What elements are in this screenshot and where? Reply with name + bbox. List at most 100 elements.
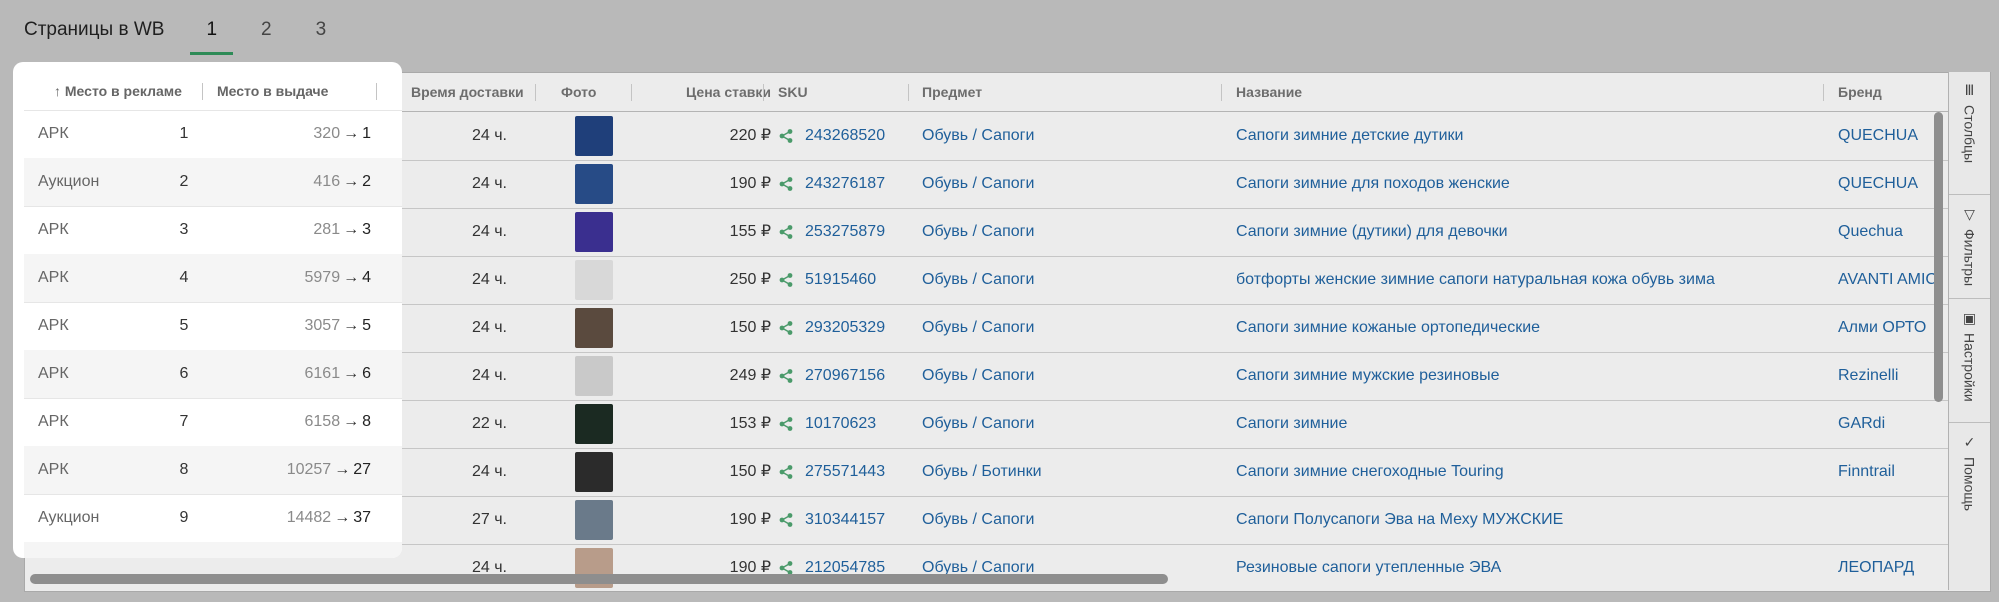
subject-link[interactable]: Обувь / Сапоги: [922, 544, 1034, 591]
col-header-subject[interactable]: Предмет: [922, 73, 982, 111]
share-icon[interactable]: [778, 368, 794, 384]
sidebar-tab-help[interactable]: ✓ Помощь: [1949, 424, 1990, 524]
subject-link[interactable]: Обувь / Сапоги: [922, 256, 1034, 304]
product-name-link[interactable]: Сапоги зимние: [1236, 400, 1816, 448]
serp-from: 12937: [287, 557, 332, 558]
brand-link[interactable]: ЛЕОПАРД: [1838, 544, 1951, 591]
spotlight-row[interactable]: АРК 7 6158 → 8: [24, 398, 402, 447]
col-header-brand[interactable]: Бренд: [1838, 73, 1882, 111]
page-tab-3[interactable]: 3: [308, 19, 335, 41]
sku-link[interactable]: 275571443: [805, 448, 885, 496]
sidebar-tab-columns[interactable]: Ⅲ Столбцы: [1949, 72, 1990, 192]
share-icon[interactable]: [778, 128, 794, 144]
product-photo[interactable]: [575, 212, 613, 252]
subject-link[interactable]: Обувь / Сапоги: [922, 400, 1034, 448]
sku-link[interactable]: 10170623: [805, 400, 876, 448]
subject-link[interactable]: Обувь / Сапоги: [922, 496, 1034, 544]
col-separator[interactable]: [535, 84, 536, 101]
spotlight-row[interactable]: АРК 4 5979 → 4: [24, 254, 402, 303]
spotlight-row[interactable]: АРК 1 320 → 1: [24, 110, 402, 159]
product-name-link[interactable]: Сапоги зимние кожаные ортопедические: [1236, 304, 1816, 352]
product-photo[interactable]: [575, 404, 613, 444]
sku-link[interactable]: 212054785: [805, 544, 885, 591]
spotlight-row[interactable]: АРК 5 3057 → 5: [24, 302, 402, 351]
spotlight-row[interactable]: АРК 3 281 → 3: [24, 206, 402, 255]
product-photo[interactable]: [575, 308, 613, 348]
col-header-name[interactable]: Название: [1236, 73, 1302, 111]
product-photo[interactable]: [575, 452, 613, 492]
share-icon[interactable]: [778, 320, 794, 336]
col-separator[interactable]: [908, 84, 909, 101]
page-tab-2[interactable]: 2: [253, 19, 280, 41]
bid-price: 250 ₽: [729, 271, 771, 288]
arrow-right-icon: →: [343, 173, 360, 190]
horizontal-scrollbar[interactable]: [30, 574, 1168, 584]
subject-link[interactable]: Обувь / Сапоги: [922, 304, 1034, 352]
subject-link[interactable]: Обувь / Сапоги: [922, 352, 1034, 400]
product-photo[interactable]: [575, 260, 613, 300]
share-icon[interactable]: [778, 512, 794, 528]
sku-link[interactable]: 243276187: [805, 160, 885, 208]
col-header-bid[interactable]: Цена ставки: [665, 73, 771, 111]
sku-link[interactable]: 293205329: [805, 304, 885, 352]
product-name-link[interactable]: Сапоги зимние мужские резиновые: [1236, 352, 1816, 400]
col-header-ad-place[interactable]: ↑ Место в рекламе: [54, 72, 182, 110]
brand-link[interactable]: [1838, 496, 1951, 544]
arrow-right-icon: →: [343, 317, 360, 334]
sidebar-tab-filters[interactable]: ▽ Фильтры: [1949, 196, 1990, 296]
sku-link[interactable]: 243268520: [805, 112, 885, 160]
col-separator[interactable]: [1823, 84, 1824, 101]
sku-link[interactable]: 310344157: [805, 496, 885, 544]
product-name-link[interactable]: ботфорты женские зимние сапоги натуральн…: [1236, 256, 1816, 304]
sku-link[interactable]: 253275879: [805, 208, 885, 256]
product-name-link[interactable]: Сапоги зимние для походов женские: [1236, 160, 1816, 208]
col-separator[interactable]: [376, 83, 377, 100]
vertical-scrollbar[interactable]: [1934, 112, 1943, 402]
share-icon[interactable]: [778, 416, 794, 432]
serp-position: 3057 → 5: [204, 302, 372, 350]
product-name-link[interactable]: Сапоги зимние снегоходные Touring: [1236, 448, 1816, 496]
product-name-link[interactable]: Резиновые сапоги утепленные ЭВА: [1236, 544, 1816, 591]
share-icon[interactable]: [778, 464, 794, 480]
spotlight-row[interactable]: АРК 6 6161 → 6: [24, 350, 402, 399]
sidebar-tab-settings[interactable]: ▣ Настройки: [1949, 300, 1990, 420]
product-name-link[interactable]: Сапоги зимние (дутики) для девочки: [1236, 208, 1816, 256]
spotlight-row[interactable]: АРК 8 10257 → 27: [24, 446, 402, 495]
share-icon[interactable]: [778, 176, 794, 192]
product-photo[interactable]: [575, 116, 613, 156]
product-photo[interactable]: [575, 164, 613, 204]
col-separator[interactable]: [631, 84, 632, 101]
col-header-serp-place[interactable]: Место в выдаче: [217, 72, 328, 110]
serp-position: 416 → 2: [204, 158, 371, 206]
col-separator[interactable]: [763, 84, 764, 101]
subject-link[interactable]: Обувь / Сапоги: [922, 160, 1034, 208]
subject-link[interactable]: Обувь / Сапоги: [922, 112, 1034, 160]
product-name-link[interactable]: Сапоги Полусапоги Эва на Меху МУЖСКИЕ: [1236, 496, 1816, 544]
col-separator[interactable]: [1221, 84, 1222, 101]
sku-link[interactable]: 270967156: [805, 352, 885, 400]
spotlight-row[interactable]: Аукцион 9 14482 → 37: [24, 494, 402, 543]
spotlight-row[interactable]: Аукцион1012937→38: [24, 542, 402, 558]
brand-link[interactable]: GARdi: [1838, 400, 1951, 448]
share-icon[interactable]: [778, 224, 794, 240]
col-separator[interactable]: [202, 83, 203, 100]
ad-type: АРК: [38, 461, 69, 478]
spotlight-header: ↑ Место в рекламе Место в выдаче: [24, 72, 402, 111]
brand-link[interactable]: Finntrail: [1838, 448, 1951, 496]
col-header-photo[interactable]: Фото: [561, 73, 596, 111]
serp-to: 3: [362, 221, 371, 238]
spotlight-row[interactable]: Аукцион 2 416 → 2: [24, 158, 402, 207]
subject-link[interactable]: Обувь / Ботинки: [922, 448, 1042, 496]
share-icon[interactable]: [778, 272, 794, 288]
product-photo[interactable]: [575, 500, 613, 540]
arrow-right-icon: →: [343, 269, 360, 286]
sidebar-divider: [1949, 422, 1990, 423]
subject-link[interactable]: Обувь / Сапоги: [922, 208, 1034, 256]
product-name-link[interactable]: Сапоги зимние детские дутики: [1236, 112, 1816, 160]
page-tab-1[interactable]: 1: [190, 19, 233, 55]
serp-to: 6: [362, 365, 371, 382]
col-header-delivery[interactable]: Время доставки: [411, 73, 524, 111]
sku-link[interactable]: 51915460: [805, 256, 876, 304]
col-header-sku[interactable]: SKU: [778, 73, 808, 111]
product-photo[interactable]: [575, 356, 613, 396]
